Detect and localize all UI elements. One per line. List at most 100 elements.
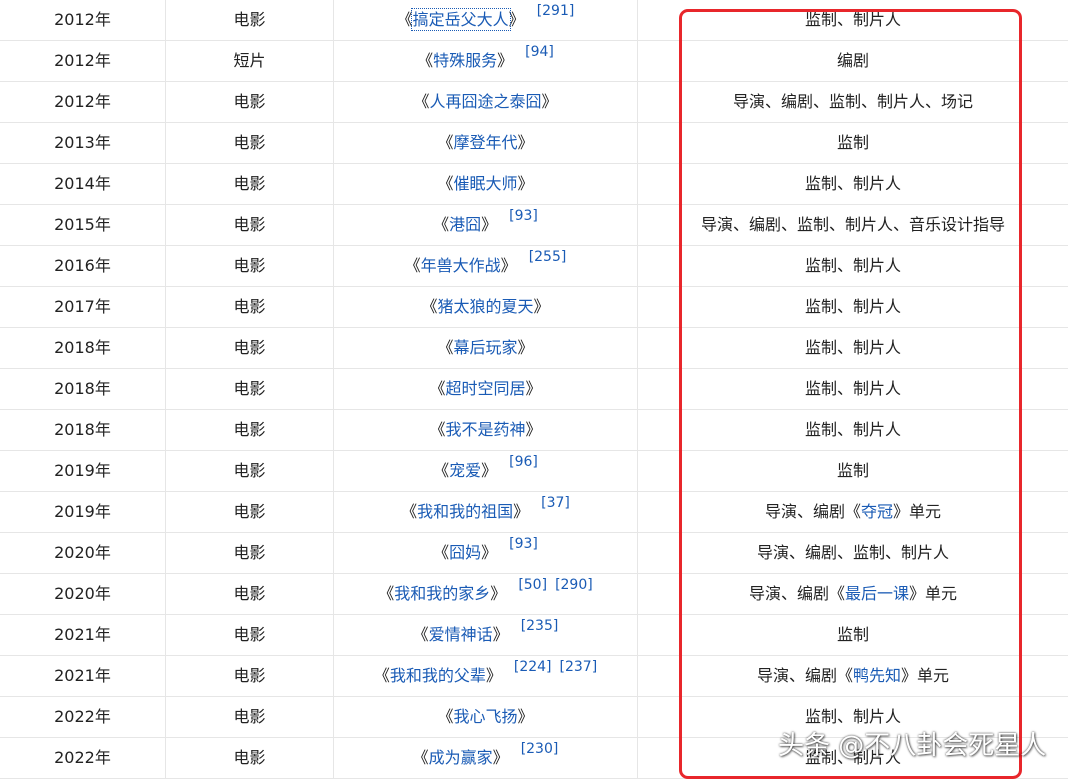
table-row: 2016年 电影 《年兽大作战》 [255] 监制、制片人 (0, 246, 1068, 287)
work-title-link[interactable]: 特殊服务 (433, 51, 497, 70)
role-cell: 监制、制片人 (637, 246, 1068, 286)
work-cell: 《特殊服务》 [94] (333, 41, 637, 81)
watermark: 头条 @不八卦会死星人 (778, 731, 1047, 761)
reference-link[interactable]: [94] (525, 44, 554, 60)
bracket-close: 》 (492, 625, 509, 644)
bracket-close: 》 (525, 420, 542, 439)
work-cell: 《年兽大作战》 [255] (333, 246, 637, 286)
role-cell: 导演、编剧《鸭先知》单元 (637, 656, 1068, 696)
work-cell: 《囧妈》 [93] (333, 533, 637, 573)
role-text: 监制、制片人 (804, 707, 901, 726)
reference-link[interactable]: [224] (514, 659, 552, 675)
work-title-link[interactable]: 我不是药神 (445, 420, 525, 439)
table-row: 2019年 电影 《我和我的祖国》 [37] 导演、编剧《夺冠》单元 (0, 492, 1068, 533)
reference-link[interactable]: [290] (555, 577, 593, 593)
role-text: 导演、编剧《 (748, 584, 845, 603)
type-cell: 电影 (165, 738, 333, 778)
role-text: 导演、编剧、监制、制片人、音乐设计指导 (700, 215, 1005, 234)
year-cell: 2019年 (54, 461, 111, 480)
bracket-open: 《 (437, 133, 454, 152)
work-title-link[interactable]: 我和我的家乡 (394, 584, 490, 603)
bracket-close: 》 (517, 174, 534, 193)
bracket-open: 《 (404, 256, 421, 275)
work-title-link[interactable]: 超时空同居 (445, 379, 525, 398)
bracket-close: 》 (492, 748, 509, 767)
bracket-open: 《 (433, 461, 450, 480)
reference-link[interactable]: [235] (521, 618, 559, 634)
work-title-link[interactable]: 幕后玩家 (453, 338, 517, 357)
table-row: 2015年 电影 《港囧》 [93] 导演、编剧、监制、制片人、音乐设计指导 (0, 205, 1068, 246)
bracket-open: 《 (437, 338, 454, 357)
year-cell: 2020年 (54, 543, 111, 562)
role-cell: 监制 (637, 123, 1068, 163)
reference-link[interactable]: [255] (529, 249, 567, 265)
role-text: 编剧 (836, 51, 869, 70)
work-cell: 《我和我的家乡》 [50] [290] (333, 574, 637, 614)
table-row: 2018年 电影 《我不是药神》 监制、制片人 (0, 410, 1068, 451)
work-cell: 《幕后玩家》 (333, 328, 637, 368)
work-title-link[interactable]: 宠爱 (449, 461, 481, 480)
bracket-open: 《 (429, 379, 446, 398)
table-row: 2018年 电影 《幕后玩家》 监制、制片人 (0, 328, 1068, 369)
type-cell: 电影 (165, 656, 333, 696)
work-title-link[interactable]: 成为赢家 (429, 748, 493, 767)
work-title-link[interactable]: 摩登年代 (453, 133, 517, 152)
bracket-open: 《 (437, 707, 454, 726)
work-title-link[interactable]: 我和我的父辈 (390, 666, 486, 685)
role-cell: 监制、制片人 (637, 410, 1068, 450)
work-title-link[interactable]: 爱情神话 (429, 625, 493, 644)
bracket-close: 》 (541, 92, 558, 111)
type-cell: 电影 (165, 0, 333, 40)
reference-link[interactable]: [50] (518, 577, 547, 593)
bracket-close: 》 (513, 502, 530, 521)
year-cell: 2012年 (54, 10, 111, 29)
type-cell: 电影 (165, 287, 333, 327)
work-title-link[interactable]: 搞定岳父大人 (410, 8, 511, 31)
role-cell: 监制、制片人 (637, 0, 1068, 40)
role-cell: 导演、编剧《夺冠》单元 (637, 492, 1068, 532)
work-cell: 《搞定岳父大人》 [291] (333, 0, 637, 40)
year-cell: 2016年 (54, 256, 111, 275)
reference-link[interactable]: [237] (560, 659, 598, 675)
type-cell: 电影 (165, 533, 333, 573)
year-cell: 2022年 (54, 707, 111, 726)
year-cell: 2021年 (54, 666, 111, 685)
work-cell: 《我和我的祖国》 [37] (333, 492, 637, 532)
segment-title-link[interactable]: 夺冠 (861, 502, 893, 521)
work-cell: 《猪太狼的夏天》 (333, 287, 637, 327)
bracket-open: 《 (429, 420, 446, 439)
reference-link[interactable]: [96] (509, 454, 538, 470)
table-row: 2017年 电影 《猪太狼的夏天》 监制、制片人 (0, 287, 1068, 328)
work-cell: 《人再囧途之泰囧》 (333, 82, 637, 122)
work-title-link[interactable]: 港囧 (449, 215, 481, 234)
reference-link[interactable]: [93] (509, 208, 538, 224)
type-cell: 电影 (165, 697, 333, 737)
table-row: 2014年 电影 《催眠大师》 监制、制片人 (0, 164, 1068, 205)
segment-title-link[interactable]: 最后一课 (845, 584, 909, 603)
reference-link[interactable]: [291] (537, 3, 575, 19)
work-title-link[interactable]: 人再囧途之泰囧 (429, 92, 541, 111)
bracket-close: 》 (533, 297, 550, 316)
reference-link[interactable]: [230] (521, 741, 559, 757)
year-cell: 2018年 (54, 338, 111, 357)
work-title-link[interactable]: 猪太狼的夏天 (437, 297, 533, 316)
work-cell: 《成为赢家》 [230] (333, 738, 637, 778)
reference-link[interactable]: [93] (509, 536, 538, 552)
work-cell: 《爱情神话》 [235] (333, 615, 637, 655)
role-text: 监制、制片人 (804, 420, 901, 439)
work-title-link[interactable]: 我和我的祖国 (417, 502, 513, 521)
work-title-link[interactable]: 我心飞扬 (453, 707, 517, 726)
role-cell: 编剧 (637, 41, 1068, 81)
work-title-link[interactable]: 囧妈 (449, 543, 481, 562)
year-cell: 2014年 (54, 174, 111, 193)
segment-title-link[interactable]: 鸭先知 (853, 666, 901, 685)
work-title-link[interactable]: 催眠大师 (453, 174, 517, 193)
work-cell: 《催眠大师》 (333, 164, 637, 204)
work-title-link[interactable]: 年兽大作战 (421, 256, 501, 275)
work-cell: 《我和我的父辈》 [224] [237] (333, 656, 637, 696)
type-cell: 电影 (165, 451, 333, 491)
type-cell: 短片 (165, 41, 333, 81)
role-text: 》单元 (901, 666, 950, 685)
bracket-close: 》 (517, 707, 534, 726)
reference-link[interactable]: [37] (541, 495, 570, 511)
